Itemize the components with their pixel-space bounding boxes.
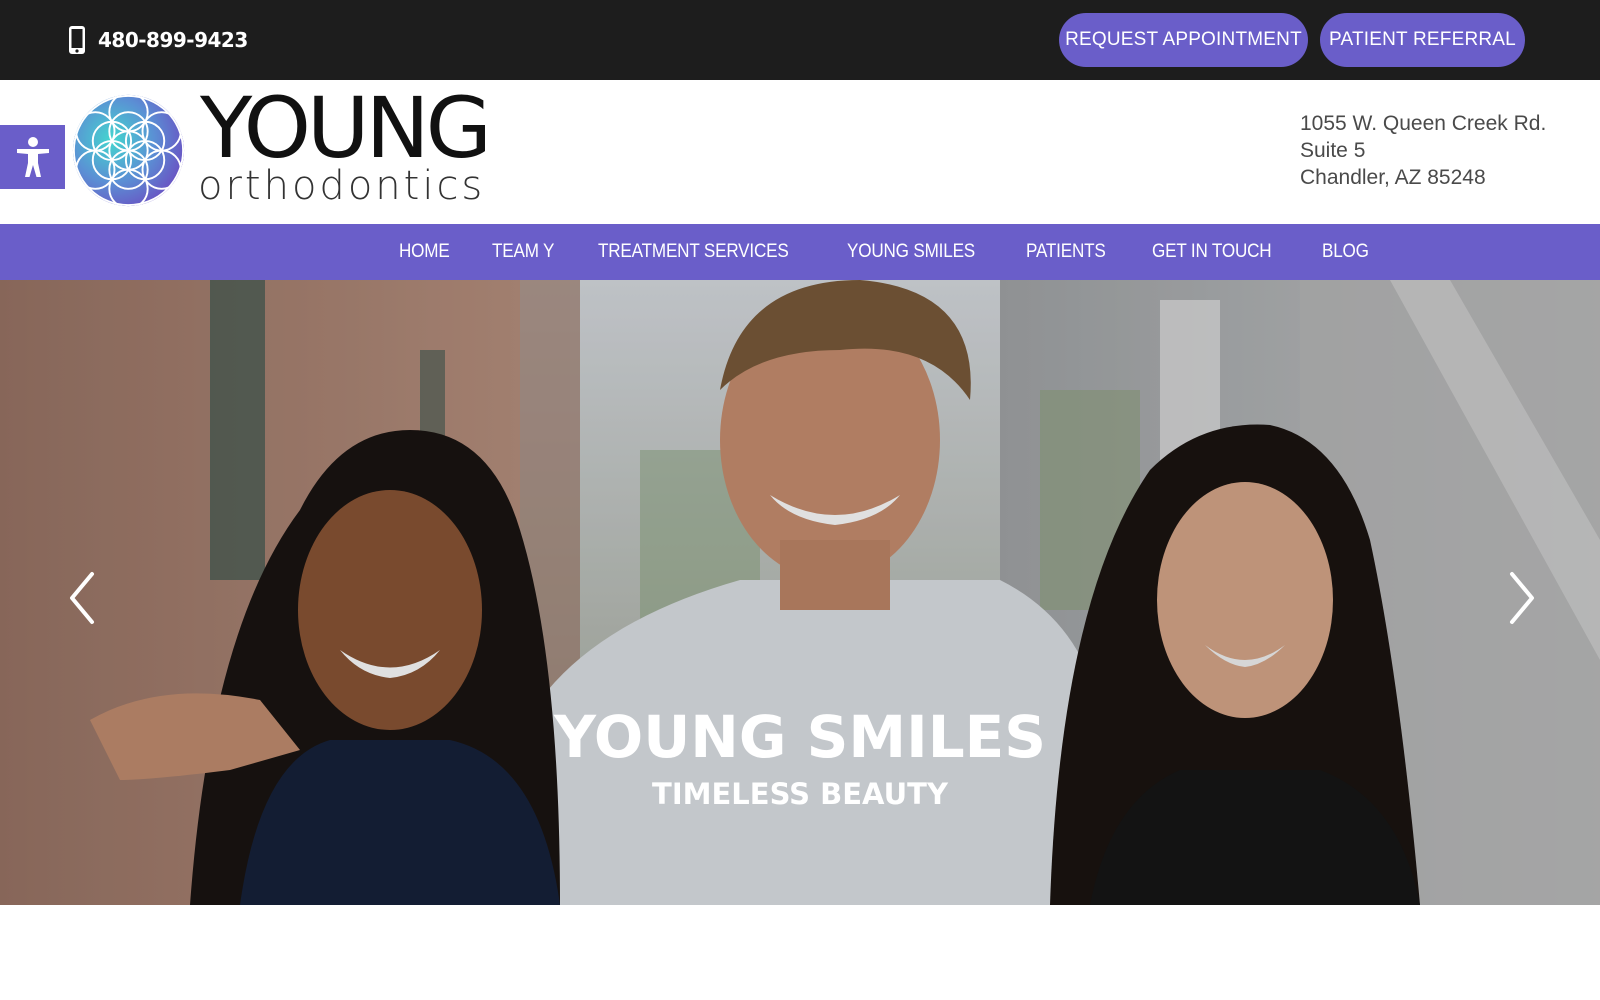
mobile-phone-icon [69, 26, 85, 54]
accessibility-button[interactable] [0, 125, 65, 189]
nav-item-blog[interactable]: BLOG [1322, 241, 1369, 263]
logo-flower-icon[interactable] [71, 93, 186, 208]
phone-link[interactable]: 480-899-9423 [68, 25, 248, 55]
phone-number[interactable]: 480-899-9423 [98, 28, 248, 52]
nav-item-patients[interactable]: PATIENTS [1026, 241, 1106, 263]
nav-item-home[interactable]: HOME [399, 241, 450, 263]
address: 1055 W. Queen Creek Rd. Suite 5 Chandler… [1300, 110, 1546, 191]
address-line-1: 1055 W. Queen Creek Rd. [1300, 112, 1547, 135]
top-bar: 480-899-9423 REQUEST APPOINTMENT PATIENT… [0, 0, 1600, 80]
logo-name[interactable]: YOUNG [200, 86, 492, 170]
hero-photo [0, 280, 1600, 905]
nav-item-team-y[interactable]: TEAM Y [492, 241, 554, 263]
chevron-left-icon[interactable] [64, 570, 104, 626]
logo-tagline[interactable]: orthodontics [198, 166, 485, 206]
accessibility-icon [16, 137, 49, 177]
request-appointment-button[interactable]: REQUEST APPOINTMENT [1059, 13, 1308, 67]
address-line-2: Suite 5 [1300, 139, 1366, 162]
main-nav: HOME TEAM Y TREATMENT SERVICES YOUNG SMI… [0, 224, 1600, 280]
patient-referral-button[interactable]: PATIENT REFERRAL [1320, 13, 1525, 67]
nav-item-young-smiles[interactable]: YOUNG SMILES [847, 241, 975, 263]
site-header: YOUNG orthodontics 1055 W. Queen Creek R… [0, 80, 1600, 224]
hero-slider: YOUNG SMILES TIMELESS BEAUTY [0, 280, 1600, 905]
nav-item-get-in-touch[interactable]: GET IN TOUCH [1152, 241, 1272, 263]
hero-subtitle: TIMELESS BEAUTY [652, 777, 948, 811]
address-line-3: Chandler, AZ 85248 [1300, 166, 1486, 189]
hero-title: YOUNG SMILES [553, 703, 1047, 771]
nav-items: HOME TEAM Y TREATMENT SERVICES YOUNG SMI… [399, 224, 1411, 280]
nav-item-treatment-services[interactable]: TREATMENT SERVICES [598, 241, 789, 263]
chevron-right-icon[interactable] [1500, 570, 1540, 626]
